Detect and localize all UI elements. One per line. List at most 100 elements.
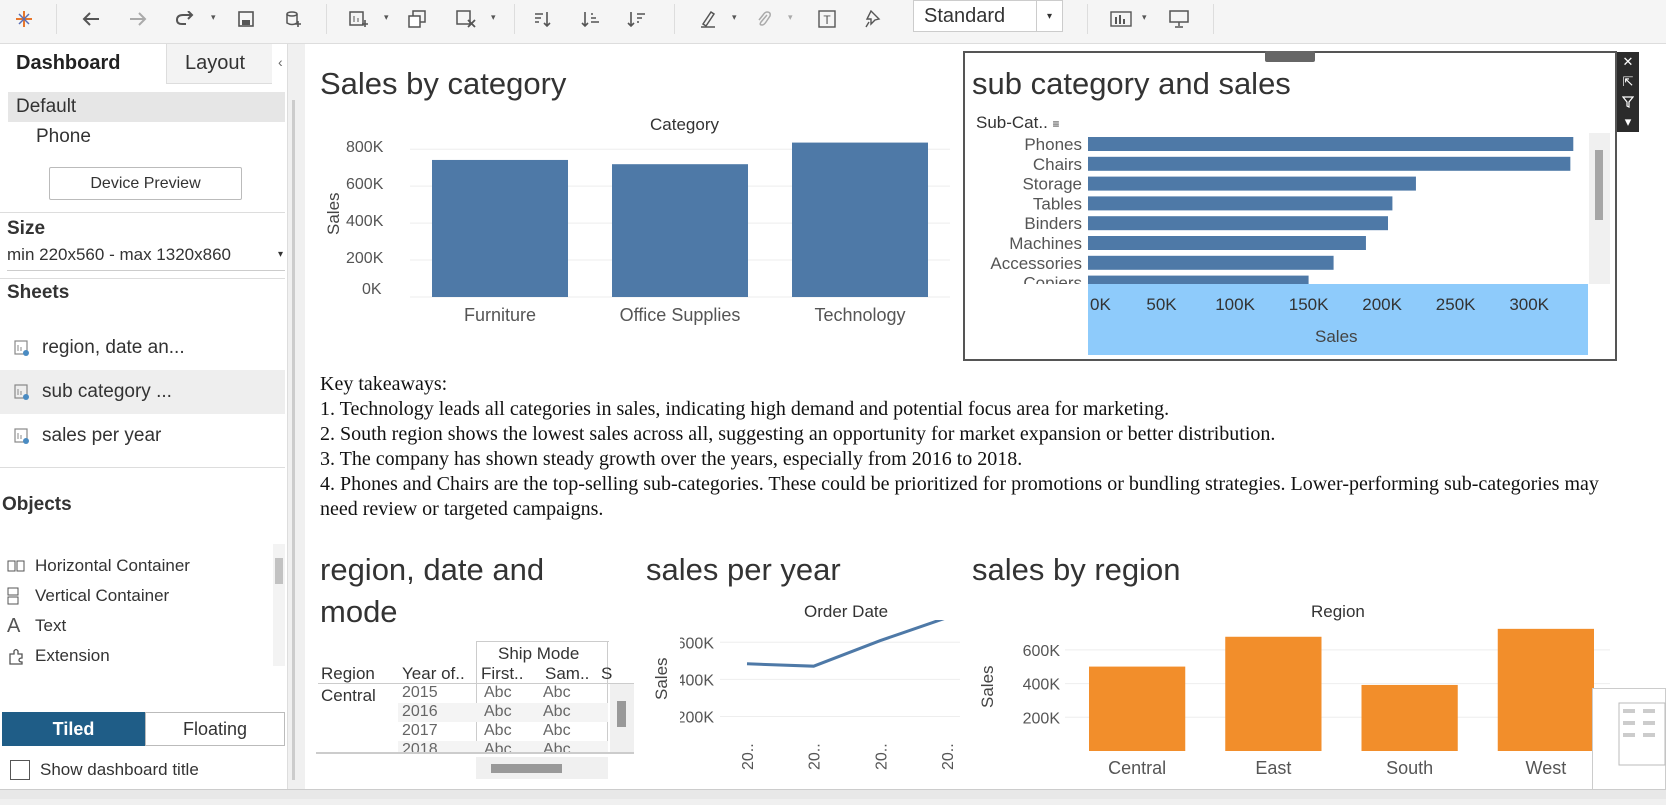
floating-button[interactable]: Floating [145, 712, 285, 746]
subcat-row-header[interactable]: Sub-Cat.. ≡ [976, 113, 1060, 133]
year-sheet-title: sales per year [646, 552, 841, 587]
x-tick-label: 150K [1289, 295, 1329, 314]
crosstab-v-scrollbar[interactable] [610, 684, 634, 752]
chevron-down-icon[interactable]: ▾ [732, 12, 737, 23]
x-tick-label: 0K [1090, 295, 1111, 314]
fit-mode-value: Standard [924, 4, 1006, 27]
device-phone-label: Phone [36, 126, 91, 147]
object-vertical-container[interactable]: Vertical Container [7, 582, 169, 610]
sort-icon[interactable]: ≡ [1053, 117, 1060, 131]
takeaway-line: Key takeaways: [320, 373, 448, 395]
tiled-button[interactable]: Tiled [2, 712, 145, 746]
x-tick-label: Technology [814, 305, 905, 325]
objects-scrollbar[interactable] [273, 544, 285, 666]
show-dashboard-title-checkbox[interactable]: Show dashboard title [10, 760, 199, 780]
divider [316, 752, 634, 754]
redo-icon[interactable] [125, 5, 151, 33]
abc-cell: Abc [543, 722, 571, 739]
category-y-axis-label: Sales [324, 192, 343, 235]
duplicate-icon[interactable] [405, 5, 429, 33]
chevron-down-icon[interactable]: ▾ [491, 12, 496, 23]
same-day-header: Sam.. [545, 664, 590, 683]
device-default[interactable]: Default [8, 92, 285, 122]
collapse-pane-icon[interactable]: ‹ [278, 54, 283, 70]
size-select[interactable]: min 220x560 - max 1320x860 ▾ [7, 245, 285, 271]
clear-icon[interactable] [453, 5, 479, 33]
more-options-icon[interactable]: ▾ [1617, 112, 1639, 132]
subcat-chart-viewport[interactable]: Phones Chairs Storage Tables Binders Machines… [960, 133, 1610, 284]
close-icon[interactable]: ✕ [1617, 52, 1639, 72]
text-label-icon[interactable]: T [815, 5, 839, 33]
bar [1088, 236, 1366, 250]
y-tick-label: Storage [1022, 175, 1082, 194]
year-cell: 2015 [402, 684, 438, 701]
svg-text:T: T [823, 13, 831, 27]
year-line-chart[interactable]: 600K 400K 200K 20.. 20.. 20.. 20.. [680, 620, 964, 780]
x-tick-label: South [1386, 758, 1433, 778]
x-tick-label: 50K [1146, 295, 1177, 314]
object-label: Horizontal Container [35, 556, 190, 575]
second-class-header: S [601, 664, 613, 683]
crosstab-title-line1: region, date and [320, 552, 545, 587]
bar [1088, 275, 1309, 284]
sort-descending-icon[interactable] [624, 5, 650, 33]
chevron-down-icon[interactable]: ▾ [384, 12, 389, 23]
category-bar-chart[interactable]: Furniture Office Supplies Technology [410, 140, 950, 340]
crosstab-h-scrollbar[interactable] [476, 757, 608, 779]
object-horizontal-container[interactable]: Horizontal Container [7, 552, 190, 580]
pin-icon[interactable] [862, 5, 884, 33]
tab-dashboard[interactable]: Dashboard [0, 44, 166, 84]
new-worksheet-icon[interactable] [346, 5, 372, 33]
region-bar-chart[interactable]: 600K 400K 200K Central East South West [1005, 620, 1615, 780]
crosstab-body[interactable]: 2015 2016 2017 2018 Abc Abc Abc Abc Abc … [398, 684, 608, 752]
key-takeaways-text: Key takeaways: 1. Technology leads all c… [320, 372, 1600, 522]
scrollbar-thumb[interactable] [275, 558, 283, 584]
presentation-icon[interactable] [1166, 5, 1192, 33]
sheet-item[interactable]: sub category ... [0, 370, 285, 414]
chevron-down-icon[interactable]: ▾ [211, 12, 216, 23]
object-label: Vertical Container [35, 586, 170, 605]
object-extension[interactable]: Extension [7, 642, 110, 670]
sheet-tabs-bar[interactable] [0, 789, 1666, 799]
pane-scrollbar[interactable] [292, 100, 295, 780]
x-tick-label: 20.. [873, 743, 890, 770]
device-preview-button[interactable]: Device Preview [49, 167, 242, 200]
sheet-item[interactable]: sales per year [0, 414, 285, 458]
object-text[interactable]: A Text [7, 612, 66, 640]
replay-icon[interactable] [172, 5, 198, 33]
subcat-scrollbar[interactable] [1589, 133, 1610, 284]
tab-dashboard-label: Dashboard [16, 51, 121, 74]
scrollbar-thumb[interactable] [1595, 150, 1603, 220]
year-cell: 2017 [402, 722, 438, 739]
checkbox-box[interactable] [10, 760, 30, 780]
chevron-down-icon: ▾ [277, 249, 283, 260]
first-class-header: First.. [481, 664, 524, 683]
open-sheet-icon[interactable]: ⇱ [1617, 72, 1639, 92]
fit-mode-select[interactable]: Standard ▾ [913, 0, 1063, 32]
dashboard-thumbnail[interactable] [1592, 688, 1666, 799]
drag-handle[interactable] [1265, 51, 1315, 62]
sort-ascending-icon[interactable] [578, 5, 604, 33]
sheet-item[interactable]: region, date an... [0, 326, 285, 370]
horizontal-container-icon [7, 560, 27, 572]
scrollbar-thumb[interactable] [617, 701, 626, 727]
filter-icon[interactable] [1617, 92, 1639, 112]
x-tick-label: 20.. [807, 743, 824, 770]
device-phone[interactable]: Phone [8, 122, 285, 152]
y-tick-label: 200K [346, 250, 384, 268]
highlight-icon[interactable] [696, 5, 720, 33]
bar [1497, 628, 1594, 751]
save-icon[interactable] [234, 5, 258, 33]
tab-layout[interactable]: Layout [166, 44, 272, 84]
tiled-label: Tiled [52, 718, 95, 739]
y-tick-label: 400K [680, 672, 714, 689]
tableau-logo-icon[interactable] [12, 5, 36, 33]
vertical-container-icon [7, 587, 27, 605]
new-datasource-icon[interactable] [282, 5, 306, 33]
swap-icon[interactable] [530, 5, 556, 33]
show-me-icon[interactable] [1108, 5, 1134, 33]
subcat-bar-chart[interactable]: PhonesChairsStorageTablesBindersMachines… [960, 133, 1610, 284]
scrollbar-thumb[interactable] [491, 764, 562, 773]
undo-icon[interactable] [78, 5, 104, 33]
chevron-down-icon[interactable]: ▾ [1142, 12, 1147, 23]
